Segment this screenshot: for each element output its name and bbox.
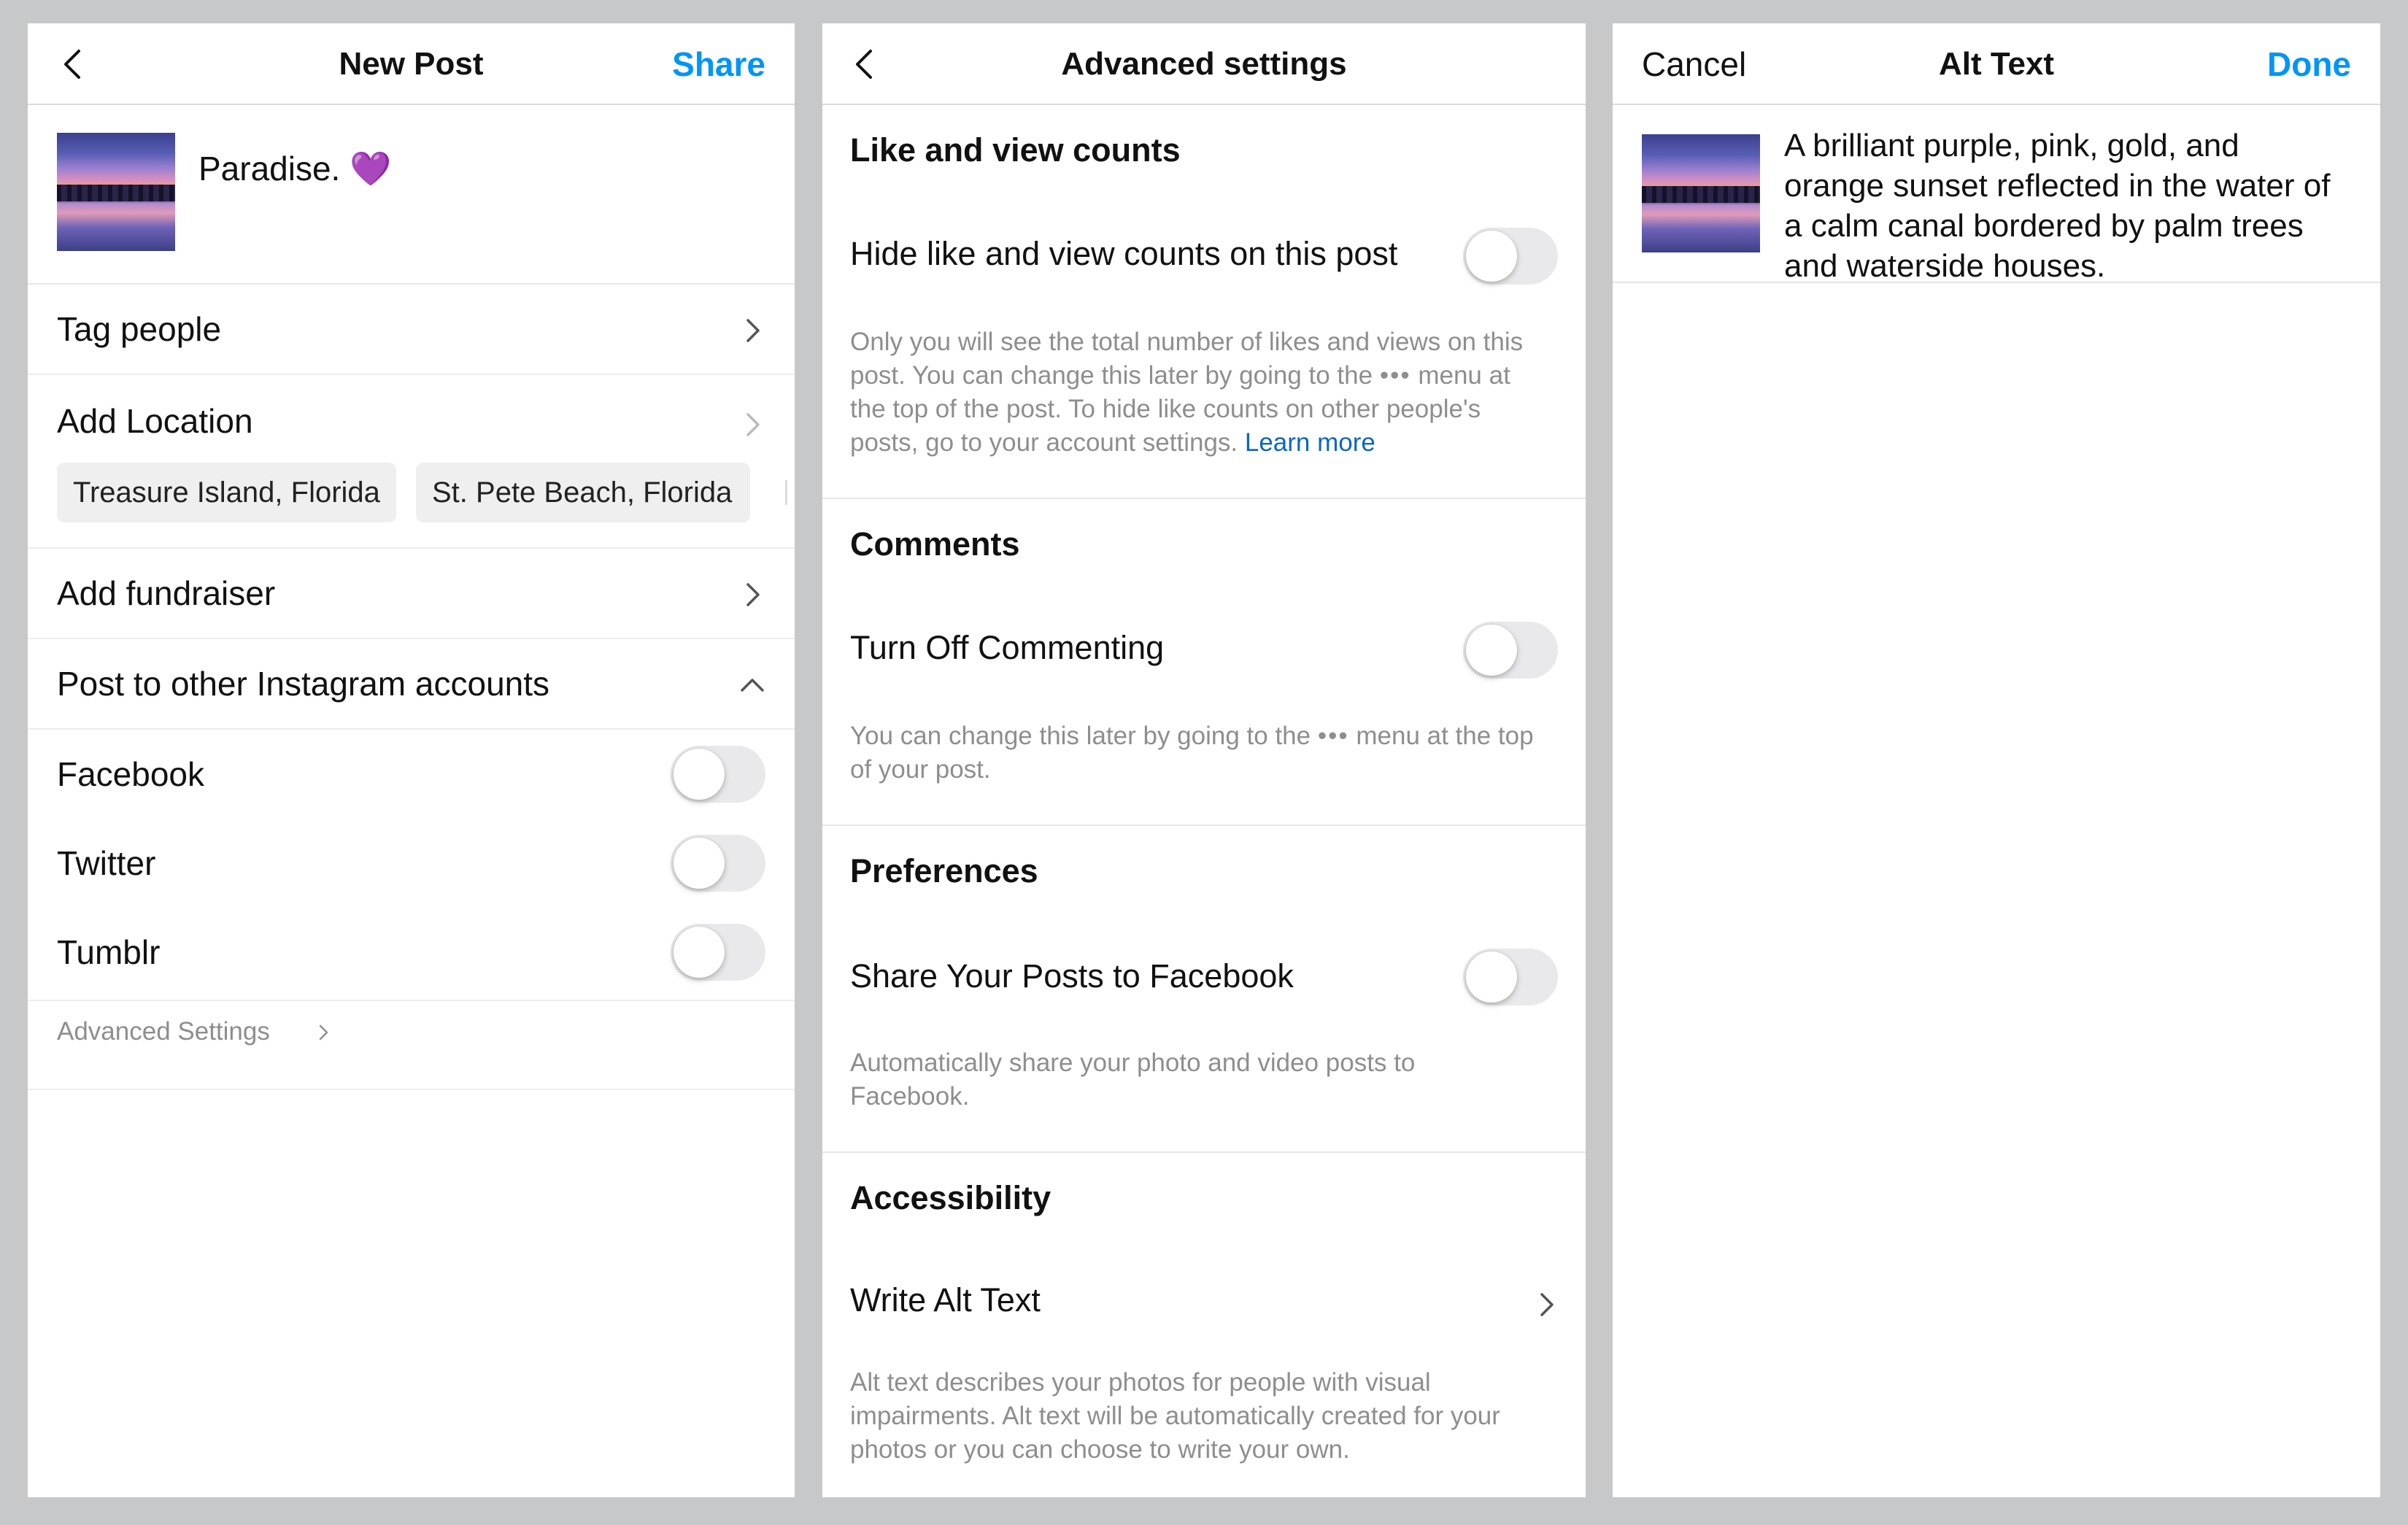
toggle-knob: [674, 838, 725, 889]
share-target-label: Facebook: [57, 755, 205, 793]
comments-section: Comments Turn Off Commenting You can cha…: [822, 499, 1586, 826]
share-target-row[interactable]: Twitter: [28, 819, 795, 908]
caption-input[interactable]: Paradise. 💜: [198, 149, 391, 189]
share-to-facebook-toggle[interactable]: [1463, 949, 1558, 1005]
add-fundraiser-row[interactable]: Add fundraiser: [28, 549, 795, 639]
toggle-knob: [674, 749, 725, 800]
advanced-settings-row: Advanced Settings: [28, 1000, 795, 1090]
write-alt-text-label: Write Alt Text: [850, 1281, 1041, 1319]
post-to-other-label: Post to other Instagram accounts: [57, 665, 550, 703]
tumblr-toggle[interactable]: [671, 924, 765, 981]
learn-more-link[interactable]: Learn more: [1245, 428, 1375, 457]
location-chip[interactable]: Treasure Island, Florida: [57, 463, 396, 522]
location-suggestions: Treasure Island, Florida St. Pete Beach,…: [28, 455, 795, 549]
add-location-row[interactable]: Add Location: [28, 375, 795, 455]
alt-text-screen: Cancel Alt Text Done A brilliant purple,…: [1613, 23, 2380, 1497]
like-counts-section: Like and view counts Hide like and view …: [822, 105, 1586, 499]
accessibility-section: Accessibility Write Alt Text Alt text de…: [822, 1153, 1586, 1496]
add-location-label: Add Location: [57, 402, 253, 440]
share-button[interactable]: Share: [672, 23, 765, 105]
share-target-row[interactable]: Facebook: [28, 730, 795, 819]
chevron-right-icon: [746, 583, 760, 606]
preferences-section: Preferences Share Your Posts to Facebook…: [822, 826, 1586, 1153]
note-text: You can change this later by going to th…: [850, 722, 1311, 750]
toggle-knob: [1466, 951, 1517, 1003]
alt-text-note: Alt text describes your photos for peopl…: [850, 1368, 1500, 1464]
post-thumbnail[interactable]: [57, 133, 175, 251]
share-target-label: Tumblr: [57, 933, 161, 971]
hide-counts-note: Only you will see the total number of li…: [850, 325, 1542, 460]
toggle-knob: [1466, 231, 1517, 282]
chevron-right-icon: [1540, 1293, 1554, 1316]
post-thumbnail: [1642, 134, 1760, 252]
share-target-label: Twitter: [57, 844, 156, 882]
location-chip[interactable]: St. Pete Beach, Florida: [416, 463, 750, 522]
chevron-right-icon: [746, 319, 760, 342]
section-heading: Preferences: [850, 852, 1038, 889]
commenting-note: You can change this later by going to th…: [850, 719, 1542, 787]
done-button[interactable]: Done: [2267, 23, 2351, 105]
purple-heart-emoji: 💜: [350, 150, 392, 188]
section-heading: Like and view counts: [850, 131, 1181, 169]
chevron-right-icon: [746, 413, 760, 436]
page-title: Alt Text: [1938, 46, 2055, 82]
share-to-facebook-note: Automatically share your photo and video…: [850, 1049, 1416, 1111]
section-heading: Accessibility: [850, 1179, 1051, 1216]
more-dots-icon: •••: [1317, 722, 1349, 750]
tag-people-label: Tag people: [57, 310, 222, 348]
toggle-knob: [1466, 625, 1517, 676]
turn-off-commenting-label: Turn Off Commenting: [850, 629, 1165, 666]
twitter-toggle[interactable]: [671, 835, 765, 892]
alt-text-input[interactable]: A brilliant purple, pink, gold, and oran…: [1784, 126, 2336, 286]
post-to-other-accounts-row[interactable]: Post to other Instagram accounts: [28, 639, 795, 730]
page-title: Advanced settings: [1061, 46, 1347, 82]
more-dots-icon: •••: [1379, 361, 1411, 390]
chevron-right-icon: [319, 1024, 328, 1041]
caption-text: Paradise.: [198, 150, 341, 188]
new-post-screen: New Post Share Paradise. 💜 Tag people Ad…: [28, 23, 795, 1497]
alt-text-row: A brilliant purple, pink, gold, and oran…: [1613, 105, 2380, 286]
hide-counts-toggle[interactable]: [1463, 228, 1558, 285]
advanced-navbar: Advanced settings: [822, 23, 1586, 105]
section-heading: Comments: [850, 525, 1020, 563]
add-fundraiser-label: Add fundraiser: [57, 574, 276, 612]
advanced-settings-screen: Advanced settings Like and view counts H…: [822, 23, 1586, 1497]
facebook-toggle[interactable]: [671, 746, 765, 803]
advanced-settings-link[interactable]: Advanced Settings: [57, 1001, 270, 1062]
toggle-knob: [674, 927, 725, 978]
tag-people-row[interactable]: Tag people: [28, 285, 795, 375]
write-alt-text-row[interactable]: Write Alt Text: [822, 1262, 1586, 1350]
hide-counts-label: Hide like and view counts on this post: [850, 235, 1398, 272]
chevron-up-icon: [741, 679, 764, 692]
chip-scroll-edge: [785, 480, 787, 505]
turn-off-commenting-toggle[interactable]: [1463, 622, 1558, 679]
alt-text-navbar: Cancel Alt Text Done: [1613, 23, 2380, 105]
new-post-navbar: New Post Share: [28, 23, 795, 105]
caption-row: Paradise. 💜: [28, 105, 795, 285]
share-to-facebook-label: Share Your Posts to Facebook: [850, 957, 1294, 995]
share-target-row[interactable]: Tumblr: [28, 908, 795, 997]
